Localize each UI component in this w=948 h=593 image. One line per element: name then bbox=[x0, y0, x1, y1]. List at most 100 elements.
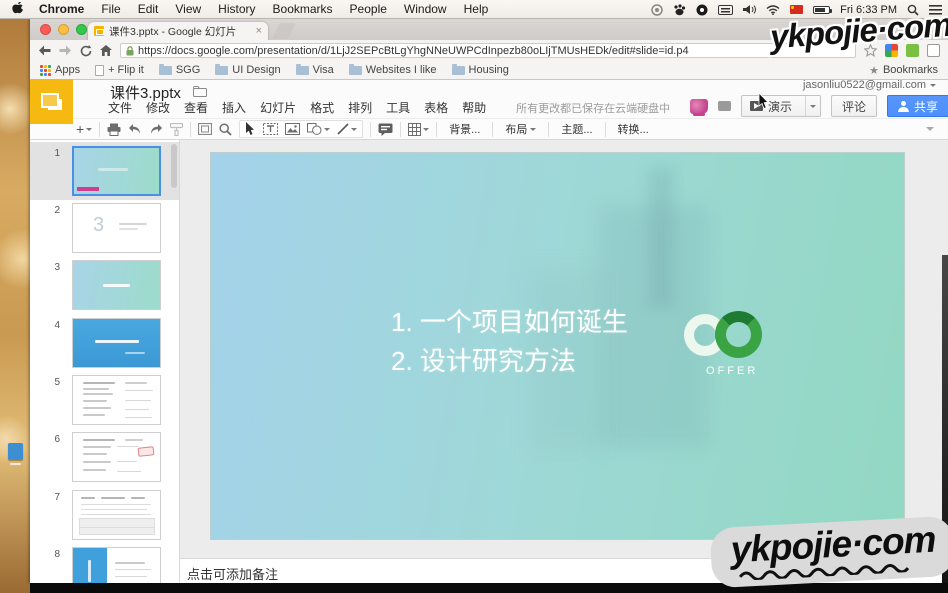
menubar-item-help[interactable]: Help bbox=[464, 2, 489, 16]
paint-format-icon[interactable] bbox=[170, 123, 183, 136]
menu-slide[interactable]: 幻灯片 bbox=[260, 99, 296, 116]
menubar-item-history[interactable]: History bbox=[218, 2, 255, 16]
insert-comment-icon[interactable] bbox=[378, 123, 393, 136]
desktop-file-icon[interactable] bbox=[8, 443, 23, 460]
home-icon[interactable] bbox=[100, 45, 112, 56]
thumbnail-row-4[interactable]: 4 bbox=[30, 318, 180, 370]
menu-tools[interactable]: 工具 bbox=[386, 99, 410, 116]
https-lock-icon[interactable] bbox=[126, 46, 134, 56]
transition-button[interactable]: 转换... bbox=[613, 119, 654, 139]
paw-icon[interactable] bbox=[673, 4, 686, 16]
new-tab-button[interactable] bbox=[272, 23, 295, 39]
zoom-window-button[interactable] bbox=[76, 24, 87, 35]
insert-table-icon[interactable] bbox=[408, 123, 429, 136]
menu-view[interactable]: 查看 bbox=[184, 99, 208, 116]
thumbnail-row-3[interactable]: 3 bbox=[30, 260, 180, 312]
bookmark-folder-sgg[interactable]: SGG bbox=[159, 64, 200, 76]
dot-app-icon[interactable] bbox=[696, 4, 708, 16]
extension-icon[interactable] bbox=[927, 44, 940, 57]
thumbnail-row-6[interactable]: 6 bbox=[30, 432, 180, 484]
menubar-item-chrome[interactable]: Chrome bbox=[39, 2, 84, 16]
close-window-button[interactable] bbox=[40, 24, 51, 35]
page-url: https://docs.google.com/presentation/d/1… bbox=[138, 45, 689, 57]
undo-icon[interactable] bbox=[128, 123, 142, 135]
account-email[interactable]: jasonliu0522@gmail.com bbox=[803, 79, 936, 91]
move-to-folder-icon[interactable] bbox=[193, 86, 207, 97]
zoom-icon[interactable] bbox=[219, 123, 232, 136]
slide-thumbnail-6[interactable] bbox=[72, 432, 161, 482]
slide-thumbnail-8[interactable] bbox=[72, 547, 161, 583]
current-slide[interactable]: 1. 一个项目如何诞生 2. 设计研究方法 OFFER bbox=[210, 152, 905, 540]
new-slide-button[interactable]: + bbox=[76, 122, 92, 136]
other-bookmarks[interactable]: ★ Bookmarks bbox=[869, 64, 938, 77]
comment-bubble-icon[interactable] bbox=[718, 101, 731, 111]
background-button[interactable]: 背景... bbox=[444, 119, 485, 139]
bookmark-label: Apps bbox=[55, 64, 80, 76]
slide-text-box[interactable]: 1. 一个项目如何诞生 2. 设计研究方法 bbox=[391, 303, 628, 381]
thumbnail-row-7[interactable]: 7 bbox=[30, 490, 180, 542]
bookmark-apps[interactable]: Apps bbox=[40, 64, 80, 76]
address-bar[interactable]: https://docs.google.com/presentation/d/1… bbox=[120, 43, 856, 58]
insert-image-icon[interactable] bbox=[285, 123, 300, 135]
slide-thumbnail-7[interactable] bbox=[72, 490, 161, 540]
bookmark-folder-visa[interactable]: Visa bbox=[296, 64, 334, 76]
insert-line-icon[interactable] bbox=[337, 123, 357, 135]
menubar-item-people[interactable]: People bbox=[350, 2, 387, 16]
print-icon[interactable] bbox=[107, 123, 121, 136]
forward-icon[interactable] bbox=[59, 45, 72, 56]
slide-thumbnail-5[interactable] bbox=[72, 375, 161, 425]
menu-file[interactable]: 文件 bbox=[108, 99, 132, 116]
bookmark-folder-ui-design[interactable]: UI Design bbox=[215, 64, 280, 76]
spiral-icon[interactable] bbox=[651, 4, 663, 16]
redo-icon[interactable] bbox=[149, 123, 163, 135]
comments-button[interactable]: 评论 bbox=[831, 95, 877, 117]
wifi-icon[interactable] bbox=[766, 5, 780, 15]
menubar-item-view[interactable]: View bbox=[175, 2, 201, 16]
present-options-dropdown[interactable] bbox=[805, 96, 820, 116]
menu-arrange[interactable]: 排列 bbox=[348, 99, 372, 116]
thumbnail-row-2[interactable]: 2 3 bbox=[30, 203, 180, 255]
thumbnail-row-5[interactable]: 5 bbox=[30, 375, 180, 427]
battery-icon[interactable] bbox=[813, 6, 830, 14]
bookmark-folder-websites[interactable]: Websites I like bbox=[349, 64, 437, 76]
tab-close-icon[interactable]: × bbox=[256, 26, 262, 37]
slide-thumbnail-4[interactable] bbox=[72, 318, 161, 368]
menubar-item-bookmarks[interactable]: Bookmarks bbox=[273, 2, 333, 16]
minimize-window-button[interactable] bbox=[58, 24, 69, 35]
thumbnail-row-1[interactable]: 1 bbox=[30, 146, 180, 198]
input-method-icon[interactable] bbox=[690, 99, 708, 114]
layout-button[interactable]: 布局 bbox=[500, 119, 541, 139]
menubar-item-file[interactable]: File bbox=[101, 2, 120, 16]
theme-button[interactable]: 主题... bbox=[556, 119, 597, 139]
share-button[interactable]: 共享 bbox=[887, 95, 948, 117]
keyboard-icon[interactable] bbox=[718, 5, 733, 15]
menubar-item-window[interactable]: Window bbox=[404, 2, 447, 16]
thumbnail-row-8[interactable]: 8 bbox=[30, 547, 180, 583]
input-language-flag-icon[interactable] bbox=[790, 5, 803, 14]
zoom-fit-icon[interactable] bbox=[198, 123, 212, 135]
bookmark-folder-housing[interactable]: Housing bbox=[452, 64, 509, 76]
present-button[interactable]: 演示 bbox=[741, 95, 821, 117]
text-box-icon[interactable] bbox=[263, 123, 278, 135]
slide-thumbnail-2[interactable]: 3 bbox=[72, 203, 161, 253]
insert-shape-icon[interactable] bbox=[307, 123, 330, 135]
reload-icon[interactable] bbox=[80, 45, 92, 57]
menu-insert[interactable]: 插入 bbox=[222, 99, 246, 116]
slide-thumbnail-3[interactable] bbox=[72, 260, 161, 310]
select-tool-icon[interactable] bbox=[245, 122, 256, 136]
back-icon[interactable] bbox=[38, 45, 51, 56]
bookmark-flip-it[interactable]: + Flip it bbox=[95, 64, 144, 76]
volume-icon[interactable] bbox=[743, 4, 756, 15]
menu-edit[interactable]: 修改 bbox=[146, 99, 170, 116]
offer-logo[interactable]: OFFER bbox=[684, 311, 784, 377]
toolbar-collapse-icon[interactable] bbox=[926, 127, 934, 135]
menu-format[interactable]: 格式 bbox=[310, 99, 334, 116]
menu-table[interactable]: 表格 bbox=[424, 99, 448, 116]
menubar-item-edit[interactable]: Edit bbox=[138, 2, 159, 16]
slides-logo-icon[interactable] bbox=[30, 79, 73, 124]
menu-help[interactable]: 帮助 bbox=[462, 99, 486, 116]
star-icon: ★ bbox=[869, 64, 879, 77]
apple-icon[interactable] bbox=[12, 2, 25, 16]
slide-thumbnail-1[interactable] bbox=[72, 146, 161, 196]
browser-tab[interactable]: 课件3.pptx - Google 幻灯片 × bbox=[88, 22, 268, 40]
